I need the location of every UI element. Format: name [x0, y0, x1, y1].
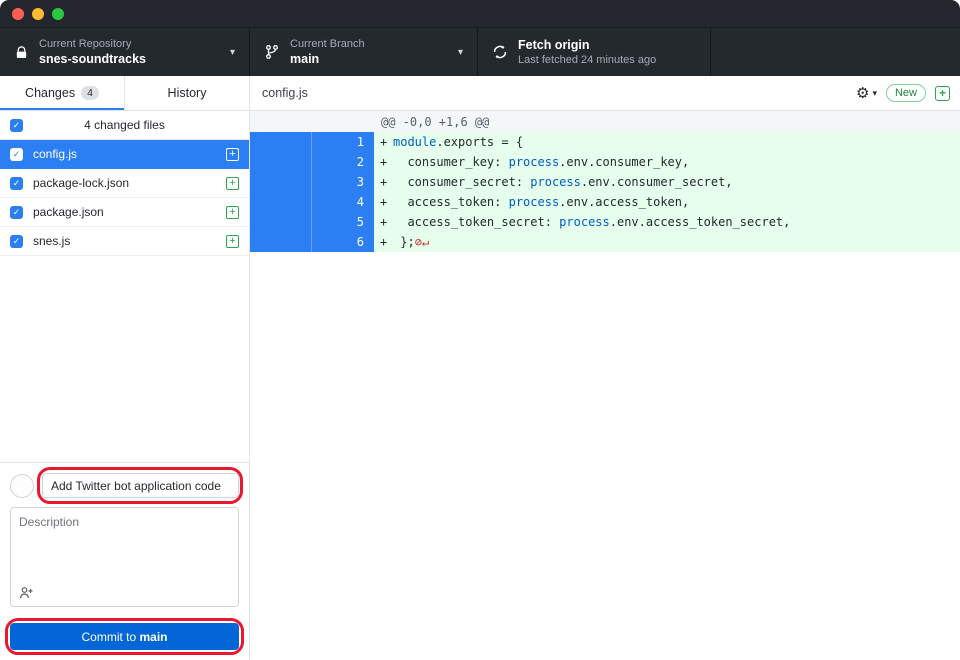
branch-label: Current Branch: [290, 37, 365, 51]
diff-gutter-old[interactable]: [250, 152, 312, 172]
file-list: ✓ config.js + ✓ package-lock.json + ✓ package.j…: [0, 140, 249, 256]
hunk-header-text: @@ -0,0 +1,6 @@: [381, 115, 489, 129]
repository-label: Current Repository: [39, 37, 146, 51]
commit-summary-row: [10, 473, 239, 498]
fetch-title: Fetch origin: [518, 37, 656, 53]
diff-view: @@ -0,0 +1,6 @@ 1+module.exports = {2+ c…: [250, 111, 960, 660]
file-name: snes.js: [33, 234, 216, 248]
file-checkbox[interactable]: ✓: [10, 235, 23, 248]
sidebar: Changes 4 History ✓ 4 changed files ✓ con…: [0, 76, 250, 660]
fetch-origin-button[interactable]: Fetch origin Last fetched 24 minutes ago: [478, 28, 711, 76]
diff-code-line: + access_token_secret: process.env.acces…: [374, 212, 960, 232]
commit-form: Description Commit to main: [0, 462, 249, 660]
diff-gutter-new[interactable]: 4: [312, 192, 374, 212]
file-name: package.json: [33, 205, 216, 219]
diff-options-button[interactable]: ⚙ ▾: [856, 86, 877, 101]
diff-gutter-new[interactable]: 2: [312, 152, 374, 172]
fetch-subtitle: Last fetched 24 minutes ago: [518, 53, 656, 67]
select-all-checkbox[interactable]: ✓: [10, 119, 23, 132]
diff-gutter-new[interactable]: 1: [312, 132, 374, 152]
file-checkbox[interactable]: ✓: [10, 206, 23, 219]
added-status-icon: +: [226, 235, 239, 248]
diff-code-line: +module.exports = {: [374, 132, 960, 152]
commit-button-text: Commit to: [81, 630, 139, 644]
tab-changes-label: Changes: [25, 86, 75, 100]
diff-gutter-old[interactable]: [250, 192, 312, 212]
commit-button-wrap: Commit to main: [10, 623, 239, 650]
description-placeholder: Description: [19, 515, 79, 529]
lock-icon: [14, 45, 29, 60]
diff-gutter-new[interactable]: 3: [312, 172, 374, 192]
content: Changes 4 History ✓ 4 changed files ✓ con…: [0, 76, 960, 660]
diff-panel: config.js ⚙ ▾ New + @@ -0,0 +1,6 @@ 1+mo…: [250, 76, 960, 660]
repository-name: snes-soundtracks: [39, 51, 146, 67]
file-checkbox[interactable]: ✓: [10, 148, 23, 161]
chevron-down-icon: ▾: [230, 47, 235, 58]
titlebar: [0, 0, 960, 28]
diff-line-4[interactable]: 4+ access_token: process.env.access_toke…: [250, 192, 960, 212]
diff-code-line: + };⊘↵: [374, 232, 960, 252]
file-name: config.js: [33, 147, 216, 161]
close-button[interactable]: [12, 8, 24, 20]
chevron-down-icon: ▾: [872, 88, 877, 99]
changes-count-badge: 4: [81, 86, 99, 100]
diff-code-line: + consumer_secret: process.env.consumer_…: [374, 172, 960, 192]
diff-line-6[interactable]: 6+ };⊘↵: [250, 232, 960, 252]
diff-line-2[interactable]: 2+ consumer_key: process.env.consumer_ke…: [250, 152, 960, 172]
diff-lines: 1+module.exports = {2+ consumer_key: pro…: [250, 132, 960, 252]
changed-files-row[interactable]: ✓ 4 changed files: [0, 111, 249, 140]
branch-name: main: [290, 51, 365, 67]
commit-button-branch: main: [140, 630, 168, 644]
file-name: package-lock.json: [33, 176, 216, 190]
file-checkbox[interactable]: ✓: [10, 177, 23, 190]
added-status-icon: +: [226, 177, 239, 190]
diff-file-header: config.js ⚙ ▾ New +: [250, 76, 960, 111]
added-status-icon: +: [226, 148, 239, 161]
file-list-empty-space: [0, 256, 249, 462]
diff-gutter-old[interactable]: [250, 232, 312, 252]
minimize-button[interactable]: [32, 8, 44, 20]
file-status-new-badge: New: [886, 84, 926, 102]
zoom-button[interactable]: [52, 8, 64, 20]
diff-code-line: + access_token: process.env.access_token…: [374, 192, 960, 212]
toolbar: Current Repository snes-soundtracks ▾ Cu…: [0, 28, 960, 76]
diff-hunk-header: @@ -0,0 +1,6 @@: [250, 111, 960, 132]
tab-history[interactable]: History: [125, 76, 249, 110]
commit-summary-input[interactable]: [42, 473, 239, 498]
diff-line-5[interactable]: 5+ access_token_secret: process.env.acce…: [250, 212, 960, 232]
diff-code-line: + consumer_key: process.env.consumer_key…: [374, 152, 960, 172]
diff-gutter-old[interactable]: [250, 172, 312, 192]
current-repository-button[interactable]: Current Repository snes-soundtracks ▾: [0, 28, 250, 76]
diff-gutter-new[interactable]: 5: [312, 212, 374, 232]
gear-icon: ⚙: [856, 86, 869, 101]
file-row-package.json[interactable]: ✓ package.json +: [0, 198, 249, 227]
app-window: Current Repository snes-soundtracks ▾ Cu…: [0, 0, 960, 660]
added-status-icon: +: [226, 206, 239, 219]
sync-icon: [492, 44, 508, 60]
commit-description-input[interactable]: Description: [10, 507, 239, 607]
file-row-package-lock.json[interactable]: ✓ package-lock.json +: [0, 169, 249, 198]
diff-gutter-old[interactable]: [250, 132, 312, 152]
tab-history-label: History: [168, 86, 207, 100]
sidebar-tabs: Changes 4 History: [0, 76, 249, 111]
add-coauthor-icon[interactable]: [18, 585, 34, 601]
diff-line-3[interactable]: 3+ consumer_secret: process.env.consumer…: [250, 172, 960, 192]
git-branch-icon: [264, 44, 280, 60]
diff-gutter-new[interactable]: 6: [312, 232, 374, 252]
commit-button[interactable]: Commit to main: [10, 623, 239, 650]
diff-filename: config.js: [262, 86, 856, 100]
current-branch-button[interactable]: Current Branch main ▾: [250, 28, 478, 76]
file-row-snes.js[interactable]: ✓ snes.js +: [0, 227, 249, 256]
file-row-config.js[interactable]: ✓ config.js +: [0, 140, 249, 169]
chevron-down-icon: ▾: [458, 47, 463, 58]
tab-changes[interactable]: Changes 4: [0, 76, 125, 110]
diff-gutter-old[interactable]: [250, 212, 312, 232]
diff-line-1[interactable]: 1+module.exports = {: [250, 132, 960, 152]
added-file-icon: +: [935, 86, 950, 101]
avatar: [10, 474, 34, 498]
changed-files-label: 4 changed files: [84, 118, 165, 132]
